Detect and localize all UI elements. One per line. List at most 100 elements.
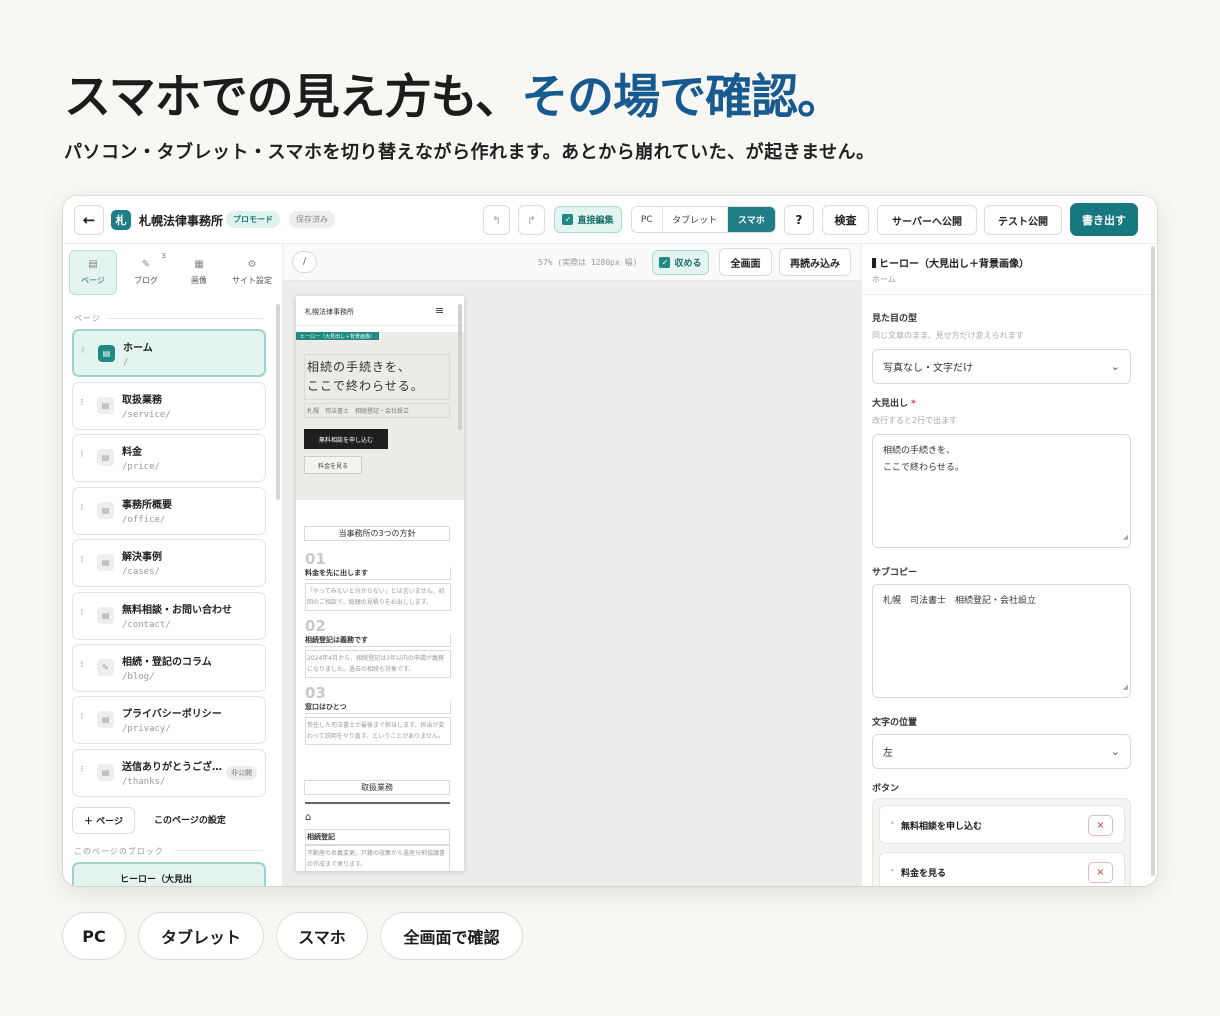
sidebar-scrollbar[interactable] <box>276 304 280 500</box>
pen-icon: ✎ <box>141 259 151 270</box>
drag-handle-icon[interactable]: • <box>890 819 895 828</box>
sidebar-tab-label: ページ <box>81 276 105 285</box>
drag-handle-icon[interactable]: ⁝⁝ <box>80 712 83 722</box>
chevron-down-icon: ⌄ <box>1110 745 1120 758</box>
device-tab-tablet[interactable]: タブレット <box>663 207 728 232</box>
sidebar-item-contact[interactable]: ⁝⁝ ▤ 無料相談・お問い合わせ/contact/ <box>72 592 266 640</box>
button-list-item[interactable]: • 無料相談を申し込む × <box>879 805 1125 844</box>
subcopy-textarea[interactable]: 札幌 司法書士 相続登記・会社設立 ◢ <box>872 584 1131 698</box>
drag-handle-icon[interactable]: ⁝⁝ <box>81 346 84 356</box>
divider <box>107 318 263 319</box>
headline-accent: その場で確認。 <box>521 70 844 125</box>
gear-icon: ⚙ <box>247 259 257 270</box>
direct-edit-toggle[interactable]: ✓ 直接編集 <box>554 206 622 233</box>
subcopy-label: サブコピー <box>872 568 918 578</box>
redo-button[interactable]: ↱ <box>518 205 545 235</box>
fullscreen-button[interactable]: 全画面 <box>719 248 772 276</box>
pill-pc[interactable]: PC <box>62 912 126 960</box>
sidebar-item-cases[interactable]: ⁝⁝ ▤ 解決事例/cases/ <box>72 539 266 587</box>
button-list: • 無料相談を申し込む × • 料金を見る × <box>872 798 1131 886</box>
page-path: /cases/ <box>122 567 160 577</box>
sidebar-item-service[interactable]: ⁝⁝ ▤ 取扱業務/service/ <box>72 382 266 430</box>
headline-main: スマホでの見え方も、 <box>64 70 522 125</box>
sidebar-tab-blog[interactable]: ✎ ブログ 3 <box>122 250 170 295</box>
sidebar-item-privacy[interactable]: ⁝⁝ ▤ プライバシーポリシー/privacy/ <box>72 696 266 744</box>
checkbox-checked-icon: ✓ <box>659 257 671 268</box>
heading-label-text: 大見出し <box>872 399 909 409</box>
preview-hero-subcopy[interactable]: 札幌 司法書士 相続登記・会社設立 <box>304 403 450 418</box>
device-tab-smartphone[interactable]: スマホ <box>727 207 775 232</box>
device-tab-pc[interactable]: PC <box>632 207 663 232</box>
page-path: /privacy/ <box>122 724 171 734</box>
page-settings-link[interactable]: このページの設定 <box>154 813 226 826</box>
drag-handle-icon[interactable]: • <box>890 866 895 875</box>
zoom-label: 57% (実際は 1280px 幅) <box>538 258 638 267</box>
drag-handle-icon[interactable]: ⁝⁝ <box>80 555 83 565</box>
buttons-label: ボタン <box>872 784 900 794</box>
sidebar-item-blog[interactable]: ⁝⁝ ✎ 相続・登記のコラム/blog/ <box>72 644 266 692</box>
text-align-label: 文字の位置 <box>872 718 918 728</box>
drag-handle-icon[interactable]: ⁝⁝ <box>80 450 83 460</box>
drag-handle-icon[interactable]: ⁝⁝ <box>80 765 83 775</box>
page-name: 取扱業務 <box>122 395 162 406</box>
drag-handle-icon[interactable]: ⁝⁝ <box>80 660 83 670</box>
publish-to-server-button[interactable]: サーバーへ公開 <box>877 205 977 235</box>
heading-hint: 改行すると2行で出ます <box>872 416 958 425</box>
fit-toggle[interactable]: ✓ 収める <box>652 250 709 275</box>
help-button[interactable]: ? <box>784 205 814 235</box>
block-item-hero[interactable]: ヒーロー（大見出 <box>72 862 266 886</box>
divider <box>175 850 263 851</box>
test-publish-button[interactable]: テスト公開 <box>984 205 1062 235</box>
page-icon: ▤ <box>97 449 114 466</box>
preview-hero-block[interactable]: ヒーロー（大見出し＋背景画像） 相続の手続きを、 ここで終わらせる。 札幌 司法… <box>296 332 464 500</box>
look-type-select[interactable]: 写真なし・文字だけ ⌄ <box>872 349 1131 384</box>
page-icon: ▤ <box>97 554 114 571</box>
resize-handle-icon[interactable]: ◢ <box>1123 679 1128 696</box>
page-icon: ▤ <box>97 711 114 728</box>
smartphone-preview[interactable]: 札幌法律事務所 ≡ ヒーロー（大見出し＋背景画像） 相続の手続きを、 ここで終わ… <box>296 296 464 871</box>
preview-cta-secondary[interactable]: 料金を見る <box>304 456 362 474</box>
policy-description: 2024年4月から、相続登記は3年以内の申請が義務になりました。過去の相続も対象… <box>305 650 451 678</box>
inspect-button[interactable]: 検査 <box>822 205 869 235</box>
back-button[interactable]: ← <box>74 205 104 235</box>
heading-textarea[interactable]: 相続の手続きを、 ここで終わらせる。 ◢ <box>872 434 1131 548</box>
pill-fullscreen-check[interactable]: 全画面で確認 <box>380 912 523 960</box>
export-button[interactable]: 書き出す <box>1070 203 1138 236</box>
current-path-chip[interactable]: / <box>292 251 317 273</box>
drag-handle-icon[interactable]: ⁝⁝ <box>80 398 83 408</box>
page-path: /service/ <box>122 410 171 420</box>
preview-cta-primary[interactable]: 無料相談を申し込む <box>304 429 388 449</box>
remove-button[interactable]: × <box>1088 815 1113 836</box>
reload-button[interactable]: 再読み込み <box>779 248 851 276</box>
panel-scrollbar[interactable] <box>1151 246 1155 876</box>
page-name: 事務所概要 <box>122 500 172 511</box>
remove-button[interactable]: × <box>1088 862 1113 883</box>
drag-handle-icon[interactable]: ⁝⁝ <box>80 503 83 513</box>
preview-hero-heading[interactable]: 相続の手続きを、 ここで終わらせる。 <box>304 354 450 400</box>
sidebar-tab-pages[interactable]: ▤ ページ <box>69 250 117 295</box>
sidebar-tab-images[interactable]: ▦ 画像 <box>175 250 223 295</box>
sidebar-item-price[interactable]: ⁝⁝ ▤ 料金/price/ <box>72 434 266 482</box>
preview-canvas: / 57% (実際は 1280px 幅) ✓ 収める 全画面 再読み込み 札幌法律… <box>283 244 861 886</box>
preview-scrollbar[interactable] <box>458 304 462 430</box>
resize-handle-icon[interactable]: ◢ <box>1123 529 1128 546</box>
preview-policy-title: 当事務所の3つの方針 <box>304 526 450 541</box>
page-path: /office/ <box>122 515 166 525</box>
page-icon: ▤ <box>97 607 114 624</box>
text-align-select[interactable]: 左 ⌄ <box>872 734 1131 769</box>
pill-tablet[interactable]: タブレット <box>138 912 264 960</box>
button-list-item[interactable]: • 料金を見る × <box>879 852 1125 886</box>
add-page-button[interactable]: ＋ ページ <box>72 807 135 834</box>
sidebar-item-home[interactable]: ⁝⁝ ▤ ホーム / <box>72 329 266 377</box>
sidebar-tab-site-settings[interactable]: ⚙ サイト設定 <box>227 250 277 295</box>
sidebar-item-office[interactable]: ⁝⁝ ▤ 事務所概要/office/ <box>72 487 266 535</box>
policy-number: 03 <box>305 684 326 702</box>
page-path: /thanks/ <box>122 777 166 787</box>
sidebar-item-thanks[interactable]: ⁝⁝ ▤ 送信ありがとうござ… /thanks/ 非公開 <box>72 749 266 797</box>
page-path: /price/ <box>122 462 160 472</box>
look-type-hint: 同じ文章のまま、見せ方だけ変えられます <box>872 331 1024 340</box>
pill-smartphone[interactable]: スマホ <box>276 912 368 960</box>
drag-handle-icon[interactable]: ⁝⁝ <box>80 608 83 618</box>
hamburger-menu-icon[interactable]: ≡ <box>435 304 444 317</box>
undo-button[interactable]: ↰ <box>483 205 510 235</box>
